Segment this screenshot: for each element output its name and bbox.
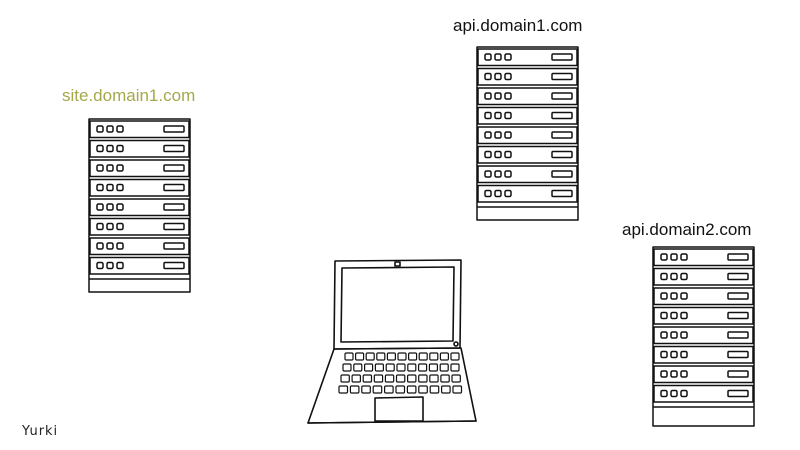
key — [365, 364, 373, 371]
server-unit — [654, 347, 753, 364]
label-site-domain1: site.domain1.com — [62, 86, 196, 105]
key — [354, 364, 362, 371]
key — [343, 364, 351, 371]
server-unit — [654, 249, 753, 266]
server-api-domain1 — [474, 44, 582, 224]
key — [409, 353, 417, 360]
key — [385, 386, 394, 393]
key — [366, 353, 374, 360]
key — [362, 386, 371, 393]
key — [397, 375, 405, 382]
server-unit — [90, 199, 189, 216]
key — [430, 386, 439, 393]
key — [398, 353, 406, 360]
server-unit — [478, 147, 577, 164]
key — [440, 353, 448, 360]
server-unit — [90, 238, 189, 255]
signature: Yurki — [22, 424, 59, 439]
key — [419, 364, 427, 371]
server-unit — [478, 127, 577, 144]
key — [352, 375, 360, 382]
key — [341, 375, 349, 382]
key — [451, 353, 459, 360]
server-unit — [90, 219, 189, 236]
key — [451, 364, 459, 371]
server-unit — [654, 269, 753, 286]
label-api-domain2: api.domain2.com — [622, 220, 752, 239]
key — [345, 353, 353, 360]
key — [408, 364, 416, 371]
key — [397, 364, 405, 371]
server-unit — [654, 327, 753, 344]
server-unit — [654, 386, 753, 403]
key — [440, 364, 448, 371]
server-unit — [654, 366, 753, 383]
server-unit — [90, 180, 189, 197]
key — [373, 386, 382, 393]
server-unit — [478, 166, 577, 183]
server-unit — [478, 108, 577, 125]
key — [430, 353, 438, 360]
server-unit — [478, 49, 577, 66]
key — [407, 386, 416, 393]
key — [350, 386, 359, 393]
laptop-icon — [305, 255, 480, 435]
server-unit — [654, 308, 753, 325]
server-unit — [90, 141, 189, 158]
server-unit — [90, 160, 189, 177]
server-site-domain1 — [86, 116, 194, 296]
server-unit — [478, 88, 577, 105]
server-unit — [478, 186, 577, 203]
key — [387, 353, 395, 360]
key — [385, 375, 393, 382]
label-api-domain1: api.domain1.com — [453, 16, 583, 35]
server-api-domain2 — [650, 244, 758, 430]
key — [419, 353, 427, 360]
key — [396, 386, 405, 393]
key — [441, 375, 449, 382]
key — [386, 364, 394, 371]
key — [339, 386, 348, 393]
server-unit — [90, 258, 189, 275]
server-unit — [654, 288, 753, 305]
key — [430, 375, 438, 382]
key — [377, 353, 385, 360]
key — [408, 375, 416, 382]
key — [442, 386, 451, 393]
key — [453, 386, 462, 393]
key — [419, 375, 427, 382]
key — [374, 375, 382, 382]
key — [356, 353, 364, 360]
server-unit — [90, 121, 189, 138]
key — [419, 386, 428, 393]
server-unit — [478, 69, 577, 86]
key — [429, 364, 437, 371]
key — [363, 375, 371, 382]
key — [375, 364, 383, 371]
key — [452, 375, 460, 382]
